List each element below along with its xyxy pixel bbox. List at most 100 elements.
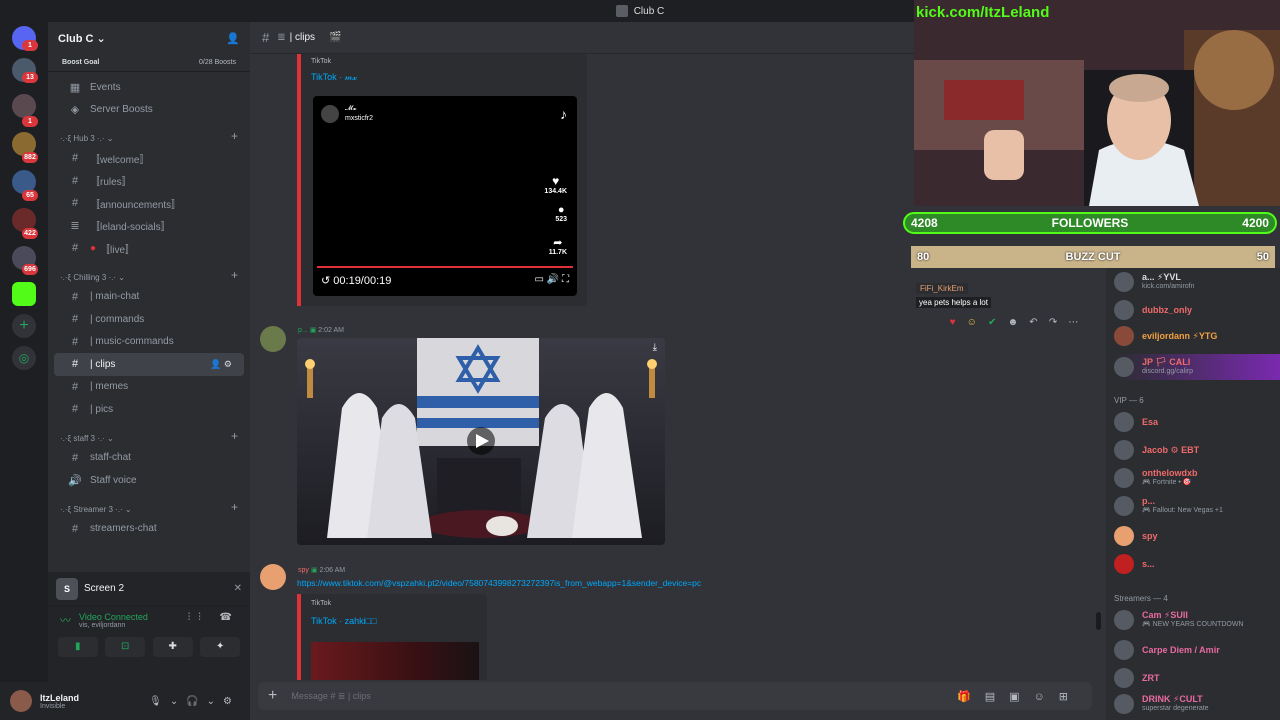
heart-reaction-icon[interactable]: ♥ — [950, 317, 956, 328]
member-item[interactable]: Cam ⚡SUII 🎮 NEW YEARS COUNTDOWN — [1114, 610, 1280, 630]
member-item[interactable]: Jacob ⚙ EBT — [1114, 440, 1280, 460]
composer-tools-icon[interactable]: 🎁▤▣☺⊞ — [957, 690, 1082, 703]
channel-memes[interactable]: # | memes — [54, 376, 244, 399]
embed-title[interactable]: TikTok · 𝓂𝔁 — [311, 72, 357, 83]
forward-icon[interactable]: ↷ — [1049, 317, 1057, 328]
channel-streamers-chat[interactable]: # streamers-chat — [54, 518, 244, 541]
member-item[interactable]: dubbz_only — [1114, 300, 1280, 320]
screen-share-icon[interactable]: ⊡ — [105, 637, 146, 657]
member-item[interactable]: onthelowdxb 🎮 Fortnite • 🎯 — [1114, 468, 1280, 488]
camera-icon[interactable]: ▮ — [57, 637, 98, 657]
tiktok-video[interactable]: 𝓜𝔁 mxsticfr2 ♪ ♥ 134.4K ● 523 ➦ 11.7K ↺ 00:… — [313, 96, 577, 296]
followers-label: FOLLOWERS — [1051, 216, 1129, 230]
member-status: superstar degenerate — [1142, 705, 1209, 712]
member-item[interactable]: DRINK ⚡CULT superstar degenerate — [1114, 694, 1280, 714]
category-hub[interactable]: ·.·ξ Hub 3 ·.· ⌄ + — [48, 125, 250, 147]
voice-tools-icon[interactable]: ⫶⫶ ☎ — [188, 612, 240, 623]
member-item[interactable]: JP 🏳 CALI discord.gg/calirp — [1114, 354, 1280, 380]
replay-icon[interactable]: ↺ — [321, 275, 330, 287]
channel-music-commands[interactable]: # | music-commands — [54, 331, 244, 354]
add-reaction-icon[interactable]: ☻ — [1008, 317, 1019, 328]
user-names[interactable]: ItzLeland Invisible — [40, 693, 79, 710]
message-author[interactable]: p... — [298, 327, 308, 334]
embed-thumbnail[interactable] — [311, 642, 479, 680]
avatar[interactable] — [260, 564, 286, 590]
message-author[interactable]: spy — [298, 567, 309, 574]
add-channel-icon[interactable]: + — [231, 429, 238, 443]
app-root: Club C 1 13 1 882 65 422 696 + ◎ Club C … — [0, 0, 1280, 720]
sidebar-item-events[interactable]: ▦ Events — [54, 76, 244, 99]
video-controls[interactable]: ▭ 🔊 ⛶ — [535, 274, 569, 285]
more-icon[interactable]: ⋯ — [1068, 317, 1078, 328]
add-channel-icon[interactable]: + — [231, 500, 238, 514]
message-composer[interactable]: + Message # ≣ | clips 🎁▤▣☺⊞ — [258, 682, 1092, 710]
volume-icon[interactable]: 🔊 — [547, 274, 559, 285]
soundboard-icon[interactable]: ✦ — [200, 637, 241, 657]
channel-leland-socials[interactable]: ≣ 〚leland-socials〛 — [54, 215, 244, 238]
user-controls-icon[interactable]: 🎙⌄🎧⌄⚙ — [149, 696, 240, 707]
comment-count: 523 — [555, 216, 567, 223]
server-icon[interactable] — [12, 94, 36, 118]
reply-icon[interactable]: ↶ — [1029, 317, 1037, 328]
voice-status-sub: vis, eviljordann — [79, 622, 126, 629]
composer-placeholder[interactable]: Message # ≣ | clips — [291, 691, 370, 702]
tiktok-embed: TikTok TikTok · zahki□□ — [297, 594, 487, 680]
message-link[interactable]: https://www.tiktok.com/@vspzahki.pt2/vid… — [297, 578, 701, 588]
voice-status-label[interactable]: Video Connected — [79, 612, 148, 622]
member-item[interactable]: Esa — [1114, 412, 1280, 432]
screen-share-item[interactable]: S Screen 2 ✕ — [48, 572, 250, 606]
avatar[interactable] — [10, 690, 32, 712]
member-item[interactable]: eviljordann ⚡YTG — [1114, 326, 1280, 346]
discover-icon[interactable]: ◎ — [12, 346, 36, 370]
category-staff[interactable]: ·.·ξ staff 3 ·.· ⌄ + — [48, 425, 250, 447]
member-item[interactable]: p... 🎮 Fallout: New Vegas +1 — [1114, 496, 1280, 516]
channel-main-chat[interactable]: # | main-chat — [54, 286, 244, 309]
channel-clips[interactable]: # | clips 👤 ⚙ — [54, 353, 244, 376]
signal-icon: 〰 — [60, 615, 71, 627]
channel-welcome[interactable]: # 〚welcome〛 — [54, 147, 244, 170]
member-item[interactable]: s... — [1114, 554, 1280, 574]
channel-pics[interactable]: # | pics — [54, 398, 244, 421]
video-attachment[interactable]: ⤓ — [297, 338, 665, 545]
voice-buttons: ▮ ⊡ ✚ ✦ — [48, 629, 250, 657]
kick-server-icon[interactable] — [12, 282, 36, 306]
channel-staff-chat[interactable]: # staff-chat — [54, 447, 244, 470]
category-streamer[interactable]: ·.·ξ Streamer 3 ·.· ⌄ + — [48, 496, 250, 518]
channel-live[interactable]: # ● 〚live〛 — [54, 237, 244, 260]
scrollbar[interactable] — [1096, 612, 1101, 630]
video-progress-bar[interactable] — [317, 266, 573, 268]
close-icon[interactable]: ✕ — [234, 583, 242, 594]
add-server-icon[interactable]: + — [12, 314, 36, 338]
avatar[interactable] — [260, 326, 286, 352]
activity-icon[interactable]: ✚ — [152, 637, 193, 657]
member-name: a... ⚡YVL — [1142, 272, 1181, 282]
member-item[interactable]: Carpe Diem / Amir — [1114, 640, 1280, 660]
attach-plus-icon[interactable]: + — [268, 687, 277, 705]
sidebar-item-server-boosts[interactable]: ◈ Server Boosts — [54, 99, 244, 122]
fullscreen-icon[interactable]: ⛶ — [562, 274, 569, 285]
add-channel-icon[interactable]: + — [231, 129, 238, 143]
download-icon[interactable]: ⤓ — [653, 342, 657, 353]
channel-settings-icon[interactable]: 👤 ⚙ — [210, 359, 232, 370]
member-item[interactable]: ZRT — [1114, 668, 1280, 688]
channel-staff-voice[interactable]: 🔊 Staff voice — [54, 469, 244, 492]
member-name: onthelowdxb — [1142, 468, 1198, 478]
boost-goal[interactable]: Boost Goal 0/28 Boosts — [48, 54, 250, 72]
member-item[interactable]: a... ⚡YVL kick.com/amirofn — [1114, 272, 1280, 292]
embed-title[interactable]: TikTok · zahki□□ — [311, 616, 377, 626]
channel-commands[interactable]: # | commands — [54, 308, 244, 331]
check-reaction-icon[interactable]: ✔ — [988, 317, 996, 328]
channel-announcements[interactable]: # 〚announcements〛 — [54, 192, 244, 215]
member-name: spy — [1142, 530, 1158, 541]
member-status: 🎮 NEW YEARS COUNTDOWN — [1142, 621, 1244, 628]
add-member-icon[interactable]: 👤 — [226, 32, 240, 45]
avatar — [1114, 496, 1134, 516]
hash-icon: # — [71, 197, 79, 210]
category-chilling[interactable]: ·.·ξ Chilling 3 ·.· ⌄ + — [48, 264, 250, 286]
captions-icon[interactable]: ▭ — [535, 274, 544, 285]
emoji-reaction-icon[interactable]: ☺ — [967, 317, 977, 328]
member-item[interactable]: spy — [1114, 526, 1280, 546]
add-channel-icon[interactable]: + — [231, 268, 238, 282]
channel-rules[interactable]: # 〚rules〛 — [54, 170, 244, 193]
server-header[interactable]: Club C ⌄ 👤 — [48, 22, 250, 54]
